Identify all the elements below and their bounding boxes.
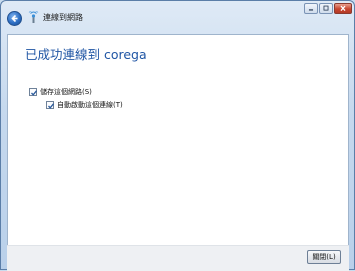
auto-connect-checkbox[interactable] [46,101,55,109]
window-title: 連線到網路 [43,13,83,22]
close-button[interactable]: 關閉(L) [307,250,341,264]
save-network-option[interactable]: 儲存這個網路(S) [29,87,92,97]
auto-connect-label: 自動啟動這個連線(T) [57,101,123,109]
save-network-checkbox[interactable] [29,88,38,96]
footer-bar: 關閉(L) [7,245,349,271]
maximize-icon [323,5,329,11]
checkmark-icon [48,103,55,109]
wizard-window: 連線到網路 已成功連線到 corega 儲存這個網路(S) 自動啟動這個連線(T… [0,0,355,271]
checkmark-icon [31,90,38,96]
minimize-icon [308,9,314,11]
network-icon [28,11,39,23]
page-heading: 已成功連線到 corega [25,47,147,62]
close-icon [340,5,346,11]
content-panel: 已成功連線到 corega 儲存這個網路(S) 自動啟動這個連線(T) [7,34,349,246]
back-button[interactable] [7,11,22,26]
auto-connect-option[interactable]: 自動啟動這個連線(T) [46,100,123,110]
close-window-button[interactable] [334,3,352,14]
back-arrow-icon [11,14,18,23]
save-network-label: 儲存這個網路(S) [40,88,92,96]
maximize-button[interactable] [319,3,333,14]
caption-buttons [304,3,352,15]
minimize-button[interactable] [304,3,318,14]
